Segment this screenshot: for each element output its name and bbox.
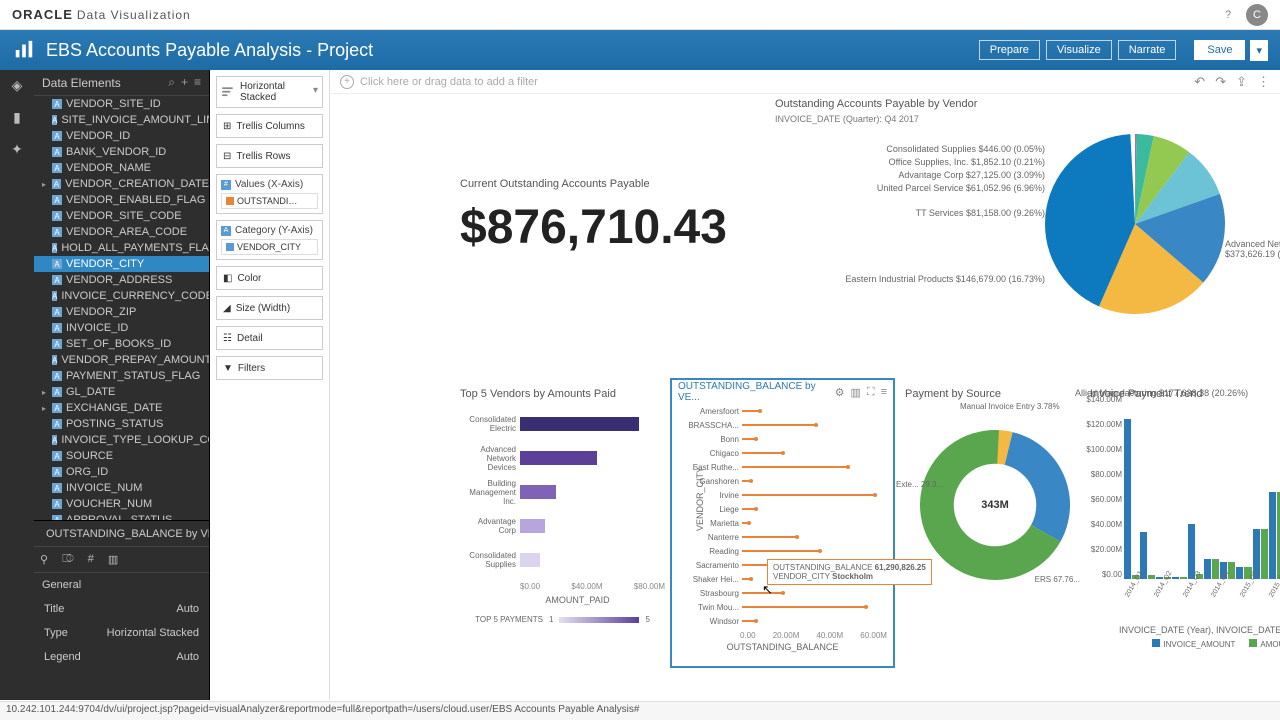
settings-icon[interactable]: ⚙ xyxy=(835,386,845,399)
tree-item[interactable]: AVENDOR_PREPAY_AMOUNT xyxy=(34,352,209,368)
cursor-icon: ↖ xyxy=(762,582,773,598)
tree-item[interactable]: AINVOICE_CURRENCY_CODE xyxy=(34,288,209,304)
values-x-axis[interactable]: #Values (X-Axis) OUTSTANDI… xyxy=(216,174,323,214)
redo-icon[interactable]: ↷ xyxy=(1215,74,1226,90)
tree-item[interactable]: ASOURCE xyxy=(34,448,209,464)
save-button[interactable]: Save xyxy=(1194,40,1245,60)
tooltip: OUTSTANDING_BALANCE 61,290,826.25 VENDOR… xyxy=(767,559,932,585)
project-icon xyxy=(12,38,36,62)
metric-value: $876,710.43 xyxy=(460,200,727,255)
filter-prompt: Click here or drag data to add a filter xyxy=(360,76,538,88)
tree-item[interactable]: AVENDOR_ZIP xyxy=(34,304,209,320)
trend-tile[interactable]: Invoice Payment Trend $0.00$20.00M$40.00… xyxy=(1090,388,1280,643)
donut-center: 343M xyxy=(920,430,1070,580)
filters-well[interactable]: ▼Filters xyxy=(216,356,323,380)
city-bar-tile[interactable]: OUTSTANDING_BALANCE by VE... ⚙ ▥ ⛶ ≡ VEN… xyxy=(670,378,895,668)
tree-item[interactable]: ABANK_VENDOR_ID xyxy=(34,144,209,160)
prop-section-general: General xyxy=(34,573,209,597)
tab-narrate[interactable]: Narrate xyxy=(1118,40,1177,60)
prop-tree-icon[interactable]: ⎄ xyxy=(62,553,74,566)
prop-link-icon[interactable]: ⚲ xyxy=(40,553,48,566)
tree-item[interactable]: AVENDOR_SITE_CODE xyxy=(34,208,209,224)
tree-item[interactable]: AVENDOR_ENABLED_FLAG xyxy=(34,192,209,208)
tree-item[interactable]: AVENDOR_NAME xyxy=(34,160,209,176)
chip-outstanding[interactable]: OUTSTANDI… xyxy=(221,193,318,209)
undo-icon[interactable]: ↶ xyxy=(1194,74,1205,90)
tree-item[interactable]: AVENDOR_AREA_CODE xyxy=(34,224,209,240)
pie-title: Outstanding Accounts Payable by Vendor xyxy=(775,98,1280,110)
tree-item[interactable]: AVENDOR_ID xyxy=(34,128,209,144)
chip-vendor-city[interactable]: VENDOR_CITY xyxy=(221,239,318,255)
tree-item[interactable]: ▸AEXCHANGE_DATE xyxy=(34,400,209,416)
tree-item[interactable]: AHOLD_ALL_PAYMENTS_FLAG xyxy=(34,240,209,256)
tab-prepare[interactable]: Prepare xyxy=(979,40,1040,60)
tree-item[interactable]: ASET_OF_BOOKS_ID xyxy=(34,336,209,352)
menu-icon[interactable]: ≡ xyxy=(194,75,201,90)
color-well[interactable]: ◧Color xyxy=(216,266,323,290)
prop-bar-icon[interactable]: ▥ xyxy=(108,553,118,566)
config-panel: HorizontalStacked ▾ ⊞Trellis Columns ⊟Tr… xyxy=(210,70,330,700)
tree-item[interactable]: AINVOICE_ID xyxy=(34,320,209,336)
tree-item[interactable]: AVENDOR_CITY xyxy=(34,256,209,272)
tree-item[interactable]: APAYMENT_STATUS_FLAG xyxy=(34,368,209,384)
properties-panel: OUTSTANDING_BALANCE by VENDOR... ⚲ ⎄ # ▥… xyxy=(34,520,209,700)
category-y-axis[interactable]: ACategory (Y-Axis) VENDOR_CITY xyxy=(216,220,323,260)
metric-tile[interactable]: Current Outstanding Accounts Payable $87… xyxy=(460,178,727,255)
more-icon[interactable]: ⋮ xyxy=(1257,74,1270,90)
detail-well[interactable]: ☷Detail xyxy=(216,326,323,350)
properties-title: OUTSTANDING_BALANCE by VENDOR... xyxy=(46,528,209,540)
tree-item[interactable]: ▸AGL_DATE xyxy=(34,384,209,400)
tree-item[interactable]: AVENDOR_SITE_ID xyxy=(34,96,209,112)
tab-visualize[interactable]: Visualize xyxy=(1046,40,1112,60)
left-rail: ◈ ▮ ✦ xyxy=(0,70,34,700)
tree-item[interactable]: AVENDOR_ADDRESS xyxy=(34,272,209,288)
tree-item[interactable]: APOSTING_STATUS xyxy=(34,416,209,432)
trellis-rows[interactable]: ⊟Trellis Rows xyxy=(216,144,323,168)
oracle-logo: ORACLEData Visualization xyxy=(12,7,191,22)
city-menu-icon[interactable]: ≡ xyxy=(881,386,887,399)
bar-icon[interactable]: ▥ xyxy=(850,386,860,399)
viz-icon[interactable]: ▮ xyxy=(8,108,26,126)
project-header: EBS Accounts Payable Analysis - Project … xyxy=(0,30,1280,70)
pie-vendor-tile[interactable]: Outstanding Accounts Payable by Vendor I… xyxy=(775,98,1280,378)
donut-title: Payment by Source xyxy=(905,388,1085,400)
data-icon[interactable]: ◈ xyxy=(8,76,26,94)
filter-bar[interactable]: + Click here or drag data to add a filte… xyxy=(330,70,1280,94)
trellis-columns[interactable]: ⊞Trellis Columns xyxy=(216,114,323,138)
add-icon[interactable]: + xyxy=(181,75,188,90)
tree-item[interactable]: AINVOICE_NUM xyxy=(34,480,209,496)
tree-item[interactable]: AINVOICE_TYPE_LOOKUP_CODE xyxy=(34,432,209,448)
prop-hash-icon[interactable]: # xyxy=(88,553,94,566)
data-elements-title: Data Elements xyxy=(42,76,121,90)
canvas-toolbar: ↶ ↷ ⇪ ⋮ xyxy=(1194,74,1270,90)
search-icon[interactable]: ⌕ xyxy=(168,75,175,90)
chart-type-selector[interactable]: HorizontalStacked ▾ xyxy=(216,76,323,108)
tree-item[interactable]: AORG_ID xyxy=(34,464,209,480)
analytics-icon[interactable]: ✦ xyxy=(8,140,26,158)
tree-item[interactable]: ASITE_INVOICE_AMOUNT_LIMIT xyxy=(34,112,209,128)
tree-item[interactable]: ▸AVENDOR_CREATION_DATE xyxy=(34,176,209,192)
status-bar: 10.242.101.244:9704/dv/ui/project.jsp?pa… xyxy=(0,701,1280,720)
donut-tile[interactable]: Payment by Source 343M Manual Invoice En… xyxy=(905,388,1085,658)
top5-title: Top 5 Vendors by Amounts Paid xyxy=(460,388,665,400)
share-icon[interactable]: ⇪ xyxy=(1236,74,1247,90)
pie-subtitle: INVOICE_DATE (Quarter): Q4 2017 xyxy=(775,114,1280,124)
data-tree[interactable]: AVENDOR_SITE_IDASITE_INVOICE_AMOUNT_LIMI… xyxy=(34,96,209,520)
help-icon[interactable]: ? xyxy=(1218,5,1238,25)
metric-label: Current Outstanding Accounts Payable xyxy=(460,178,727,190)
tree-item[interactable]: AVOUCHER_NUM xyxy=(34,496,209,512)
top5-tile[interactable]: Top 5 Vendors by Amounts Paid Consolidat… xyxy=(460,388,665,658)
add-filter-icon[interactable]: + xyxy=(340,75,354,89)
canvas: + Click here or drag data to add a filte… xyxy=(330,70,1280,700)
expand-icon[interactable]: ⛶ xyxy=(867,386,875,399)
data-elements-panel: Data Elements ⌕ + ≡ AVENDOR_SITE_IDASITE… xyxy=(34,70,210,700)
size-well[interactable]: ◢Size (Width) xyxy=(216,296,323,320)
save-dropdown[interactable]: ▾ xyxy=(1250,40,1268,61)
avatar[interactable]: C xyxy=(1246,4,1268,26)
project-title: EBS Accounts Payable Analysis - Project xyxy=(46,40,373,61)
tree-item[interactable]: AAPPROVAL_STATUS xyxy=(34,512,209,520)
city-title: OUTSTANDING_BALANCE by VE... xyxy=(678,381,835,403)
app-header: ORACLEData Visualization ? C xyxy=(0,0,1280,30)
